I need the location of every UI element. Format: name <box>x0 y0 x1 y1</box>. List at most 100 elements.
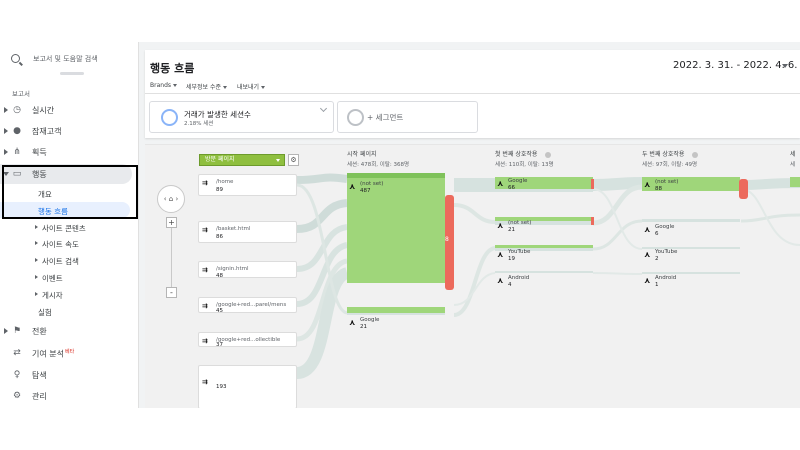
settings-button[interactable]: ⚙ <box>288 154 299 166</box>
chevron-down-icon[interactable] <box>319 104 328 113</box>
detail-level-label: 세부정보 수준 <box>186 84 222 91</box>
node-value: 21 <box>360 324 367 330</box>
page-title: 행동 흐름 <box>150 62 195 75</box>
landing-page-card[interactable]: ⇉ /google+red...parel/mens 45 <box>198 297 297 314</box>
page-name: /signin.html <box>216 266 249 272</box>
brands-dropdown[interactable]: Brands <box>150 82 177 89</box>
sidebar-item-site-search[interactable]: 사이트 검색 <box>0 252 139 268</box>
sidebar-item-events[interactable]: 이벤트 <box>0 269 139 285</box>
flow-navigation-control[interactable]: ‹ ⌂ › <box>157 185 185 213</box>
search-input[interactable]: 보고서 및 도움말 검색 <box>33 54 98 64</box>
zoom-out-button[interactable]: - <box>166 287 177 298</box>
chevron-right-icon <box>4 149 8 155</box>
close-icon[interactable] <box>692 151 699 158</box>
column-header-second: 두 번째 상호작용 세션: 97회, 이탈: 49명 <box>642 149 699 168</box>
landing-page-card[interactable]: ⇉ /google+red...ollectible 37 <box>198 332 297 348</box>
zoom-slider[interactable] <box>171 228 172 288</box>
sidebar-item-realtime[interactable]: ◷ 실시간 <box>0 100 139 120</box>
sidebar-item-discover[interactable]: ♀ 탐색 <box>0 365 139 385</box>
search-icon <box>11 54 20 63</box>
add-segment-button[interactable]: + 세그먼트 <box>337 101 478 133</box>
sidebar-item-label: 기여 분석베타 <box>32 348 74 360</box>
dropoff-bar <box>591 217 594 225</box>
chevron-right-icon <box>35 292 38 296</box>
sidebar-item-site-content[interactable]: 사이트 콘텐츠 <box>0 219 139 235</box>
page-value: 37 <box>216 342 223 348</box>
dropoff-label: 8 <box>445 236 449 243</box>
segment-ring-icon <box>161 109 178 126</box>
segment-card[interactable]: 거래가 발생한 세션수 2.18% 세션 <box>149 101 334 133</box>
node-icon: ⋏ <box>644 276 651 285</box>
highlight-box <box>2 165 138 219</box>
chevron-down-icon <box>223 86 228 89</box>
landing-page-card[interactable]: ⇉ /signin.html 48 <box>198 261 297 279</box>
sidebar-item-label: 전환 <box>32 327 47 336</box>
sidebar-item-label: 실시간 <box>32 106 55 115</box>
flow-link <box>592 177 643 191</box>
node-icon: ⋏ <box>497 221 504 230</box>
node-first-youtube <box>495 245 593 248</box>
sidebar-item-label: 사이트 검색 <box>42 257 79 266</box>
node-value: 2 <box>655 256 659 262</box>
sidebar-item-admin[interactable]: ⚙ 관리 <box>0 386 139 406</box>
zoom-in-button[interactable]: + <box>166 217 177 228</box>
column-title: 세 <box>790 151 796 158</box>
close-icon[interactable] <box>545 151 552 158</box>
node-second-android <box>642 272 740 274</box>
search-bar[interactable]: 보고서 및 도움말 검색 <box>0 42 139 76</box>
node-third <box>790 177 800 187</box>
page-value: 45 <box>216 308 223 314</box>
detail-level-dropdown[interactable]: 세부정보 수준 <box>186 82 228 91</box>
column-title: 첫 번째 상호작용 <box>495 151 538 158</box>
landing-page-card[interactable]: ⇉ 193 <box>198 365 297 408</box>
node-value: 88 <box>655 186 662 192</box>
page-name: /google+red...ollectible <box>216 337 281 343</box>
page-value: 86 <box>216 234 223 240</box>
chevron-right-icon <box>35 241 38 245</box>
node-icon: ⋏ <box>497 179 504 188</box>
export-dropdown[interactable]: 내보내기 <box>237 82 266 91</box>
app-frame: 보고서 및 도움말 검색 보고서 ◷ 실시간 ● 잠재고객 ⋔ 획득 ▭ 행동 … <box>0 42 800 408</box>
brands-label: Brands <box>150 82 171 89</box>
clock-icon: ◷ <box>13 105 21 115</box>
sidebar-item-audience[interactable]: ● 잠재고객 <box>0 121 139 141</box>
node-value: 1 <box>655 282 659 288</box>
node-name: Google <box>360 317 380 323</box>
chevron-right-icon <box>4 128 8 134</box>
chevron-right-icon <box>35 225 38 229</box>
dropoff-bar <box>591 179 594 189</box>
flow-link <box>592 272 643 275</box>
node-value: 21 <box>508 227 515 233</box>
date-range-picker[interactable]: 2022. 3. 31. - 2022. 4. 6. <box>673 60 797 71</box>
column-header-third: 세 세 <box>790 149 796 168</box>
entry-arrow-icon: ⇉ <box>202 337 208 345</box>
sidebar-item-attribution[interactable]: ⇄ 기여 분석베타 <box>0 343 139 363</box>
entry-arrow-icon: ⇉ <box>202 179 208 187</box>
chevron-down-icon[interactable] <box>782 64 788 68</box>
sidebar-item-acquisition[interactable]: ⋔ 획득 <box>0 142 139 162</box>
sidebar-item-site-speed[interactable]: 사이트 속도 <box>0 235 139 251</box>
column-title: 시작 페이지 <box>347 151 377 158</box>
sidebar-item-experiments[interactable]: 실험 <box>0 303 139 319</box>
dimension-select[interactable]: 방문 페이지 <box>199 154 285 166</box>
sidebar: 보고서 및 도움말 검색 보고서 ◷ 실시간 ● 잠재고객 ⋔ 획득 ▭ 행동 … <box>0 42 139 408</box>
sidebar-item-label: 게시자 <box>42 291 63 300</box>
chevron-down-icon <box>276 159 280 162</box>
node-icon: ⋏ <box>644 225 651 234</box>
sidebar-item-conversions[interactable]: ⚑ 전환 <box>0 321 139 341</box>
acquisition-icon: ⋔ <box>13 147 21 157</box>
chevron-right-icon <box>35 258 38 262</box>
chevron-right-icon <box>35 275 38 279</box>
landing-page-card[interactable]: ⇉ /basket.html 86 <box>198 221 297 243</box>
flow-link <box>592 219 643 251</box>
sidebar-item-publisher[interactable]: 게시자 <box>0 286 139 302</box>
add-segment-label: + 세그먼트 <box>367 113 404 122</box>
node-first-android <box>495 271 593 273</box>
report-header: 행동 흐름 2022. 3. 31. - 2022. 4. 6. Brands … <box>145 50 800 138</box>
node-value: 4 <box>508 282 512 288</box>
reports-section-label: 보고서 <box>12 90 30 98</box>
chevron-right-icon <box>4 328 8 334</box>
gear-icon: ⚙ <box>290 156 297 164</box>
attribution-icon: ⇄ <box>13 348 21 358</box>
landing-page-card[interactable]: ⇉ /home 89 <box>198 174 297 196</box>
